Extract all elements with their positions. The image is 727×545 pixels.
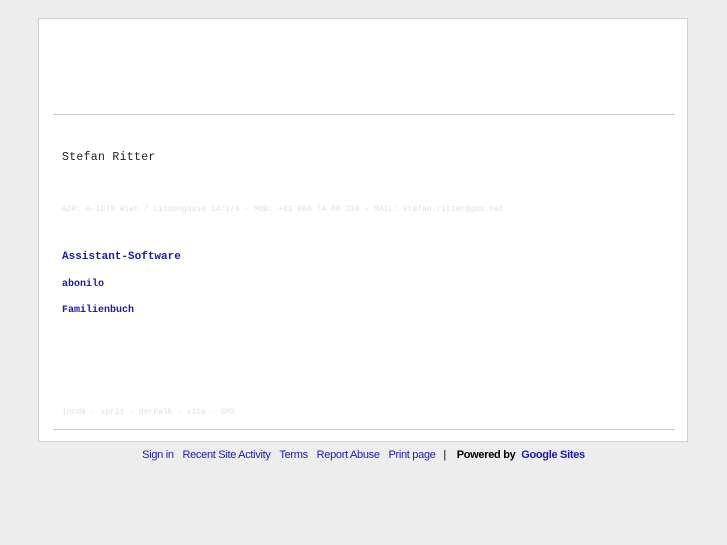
google-sites-link[interactable]: Google Sites (521, 449, 585, 461)
recent-site-activity-link[interactable]: Recent Site Activity (182, 449, 270, 461)
footer-divider (53, 429, 675, 430)
print-page-link[interactable]: Print page (388, 449, 435, 461)
link-familienbuch[interactable]: Familienbuch (62, 305, 134, 316)
sign-in-link[interactable]: Sign in (142, 449, 174, 461)
footer-separator: | (443, 449, 446, 461)
link-abonilo[interactable]: abonilo (62, 279, 104, 290)
person-name: Stefan Ritter (62, 151, 156, 164)
powered-by-label: Powered by (456, 449, 516, 461)
site-footer-bar: Sign in Recent Site Activity Terms Repor… (0, 449, 727, 461)
link-assistant-software[interactable]: Assistant-Software (62, 251, 181, 263)
report-abuse-link[interactable]: Report Abuse (317, 449, 380, 461)
header-divider (53, 114, 675, 115)
contact-line: ADR: A-1070 Wien / Lindengasse 14/1/4 - … (62, 205, 504, 214)
site-page: Stefan Ritter ADR: A-1070 Wien / Lindeng… (38, 18, 688, 442)
terms-link[interactable]: Terms (279, 449, 308, 461)
faint-footer-links: inode - sprit - derFalk - site - GMX (62, 408, 235, 417)
